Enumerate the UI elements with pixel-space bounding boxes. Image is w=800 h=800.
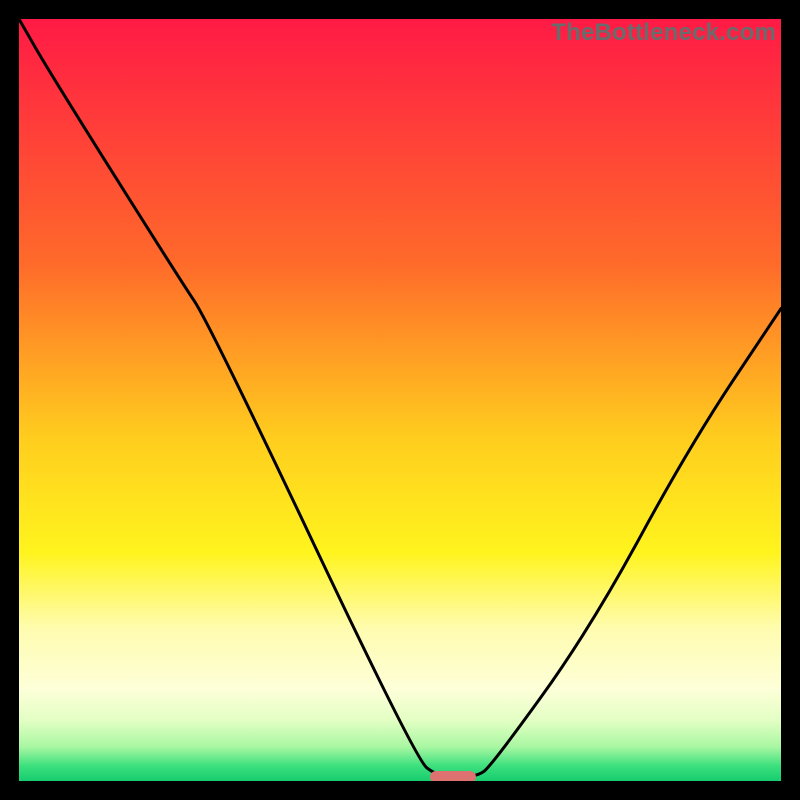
optimal-marker <box>430 771 476 781</box>
plot-area: TheBottleneck.com <box>19 19 781 781</box>
gradient-background <box>19 19 781 781</box>
chart-svg <box>19 19 781 781</box>
watermark-text: TheBottleneck.com <box>551 19 776 47</box>
chart-frame: TheBottleneck.com <box>0 0 800 800</box>
